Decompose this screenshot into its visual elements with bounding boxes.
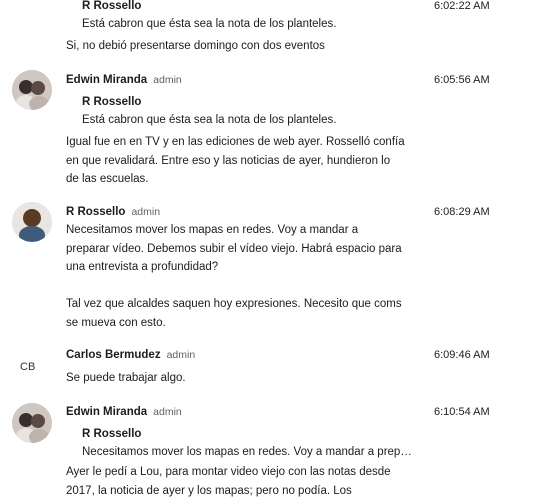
quote-text: Está cabron que ésta sea la nota de los … bbox=[82, 18, 337, 30]
avatar-photo-icon bbox=[12, 70, 52, 110]
message-timestamp[interactable]: 6:08:29 AM bbox=[434, 206, 490, 218]
message-body: Si, no debió presentarse domingo con dos… bbox=[66, 40, 325, 52]
message-line: Tal vez que alcaldes saquen hoy expresio… bbox=[66, 298, 402, 310]
quote-author: R Rossello bbox=[82, 96, 142, 108]
quote-author: R Rossello bbox=[82, 0, 142, 12]
message-body: Se puede trabajar algo. bbox=[66, 372, 186, 384]
author-role: admin bbox=[131, 206, 161, 218]
avatar-photo-icon bbox=[12, 403, 52, 443]
avatar[interactable] bbox=[12, 70, 52, 110]
message-line: Igual fue en en TV y en las ediciones de… bbox=[66, 136, 405, 148]
author-role: admin bbox=[153, 406, 182, 418]
message-line: en que revalidará. Entre eso y las notic… bbox=[66, 154, 391, 167]
message-author[interactable]: Edwin Miranda admin bbox=[66, 74, 182, 86]
message-line: Necesitamos mover los mapas en redes. Vo… bbox=[66, 224, 359, 236]
message-body: Ayer le pedí a Lou, para montar video vi… bbox=[66, 463, 426, 500]
avatar[interactable] bbox=[12, 403, 52, 443]
avatar-initials[interactable]: CB bbox=[20, 361, 35, 373]
author-role: admin bbox=[153, 74, 182, 86]
message-timestamp[interactable]: 6:09:46 AM bbox=[434, 349, 490, 361]
message-body: Tal vez que alcaldes saquen hoy expresio… bbox=[66, 295, 426, 332]
message-line: Ayer le pedí a Lou, para montar video vi… bbox=[66, 466, 391, 478]
message-line: una entrevista a profundidad? bbox=[66, 261, 219, 273]
author-role: admin bbox=[166, 349, 196, 361]
quote-text: Necesitamos mover los mapas en redes. Vo… bbox=[82, 446, 412, 458]
message-line: de las escuelas. bbox=[66, 173, 149, 185]
message-author[interactable]: Carlos Bermudez admin bbox=[66, 349, 195, 361]
quote-text: Está cabron que ésta sea la nota de los … bbox=[82, 114, 337, 126]
author-name[interactable]: Edwin Miranda bbox=[66, 74, 147, 86]
message-body: Igual fue en en TV y en las ediciones de… bbox=[66, 133, 426, 189]
message-timestamp[interactable]: 6:05:56 AM bbox=[434, 74, 490, 86]
avatar[interactable] bbox=[12, 202, 52, 242]
author-name[interactable]: R Rossello bbox=[66, 206, 125, 218]
message-author[interactable]: Edwin Miranda admin bbox=[66, 406, 182, 418]
avatar-photo-icon bbox=[12, 202, 52, 242]
message-line: 2017, la noticia de ayer y los mapas; pe… bbox=[66, 484, 352, 497]
quote-author: R Rossello bbox=[82, 428, 142, 440]
message-author[interactable]: R Rossello admin bbox=[66, 206, 160, 218]
author-name[interactable]: Edwin Miranda bbox=[66, 406, 147, 418]
message-line: se mueva con esto. bbox=[66, 316, 166, 329]
author-name[interactable]: Carlos Bermudez bbox=[66, 349, 161, 361]
message-timestamp[interactable]: 6:10:54 AM bbox=[434, 406, 490, 418]
message-body: Necesitamos mover los mapas en redes. Vo… bbox=[66, 221, 426, 277]
message-timestamp[interactable]: 6:02:22 AM bbox=[434, 0, 490, 12]
message-line: preparar vídeo. Debemos subir el vídeo v… bbox=[66, 242, 402, 255]
